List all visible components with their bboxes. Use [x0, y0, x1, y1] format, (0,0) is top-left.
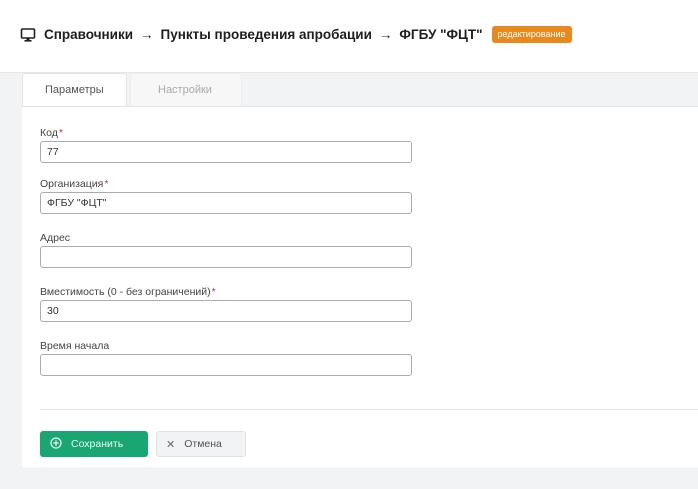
breadcrumb-item-current: ФГБУ "ФЦТ"	[399, 27, 483, 42]
organization-input[interactable]	[40, 192, 412, 214]
field-code: Код*	[40, 125, 412, 163]
save-button[interactable]: Сохранить	[40, 431, 148, 457]
field-address: Адрес	[40, 230, 412, 268]
edit-form: Код* Организация* Адрес Вместимость (0 -…	[40, 125, 412, 376]
field-label: Время начала	[40, 340, 110, 352]
field-label: Код*	[40, 127, 63, 139]
form-actions: Сохранить ✕ Отмена	[40, 431, 246, 457]
field-label: Организация*	[40, 178, 109, 190]
page-header: Справочники → Пункты проведения апробаци…	[0, 0, 698, 73]
field-organization: Организация*	[40, 176, 412, 214]
form-panel: Код* Организация* Адрес Вместимость (0 -…	[22, 106, 698, 467]
save-button-label: Сохранить	[71, 438, 124, 450]
breadcrumb-separator-arrow-icon: →	[140, 27, 154, 42]
breadcrumb-item-testing-points[interactable]: Пункты проведения апробации	[161, 27, 372, 42]
breadcrumb: Справочники → Пункты проведения апробаци…	[20, 26, 572, 43]
cancel-button[interactable]: ✕ Отмена	[156, 431, 246, 457]
status-badge: редактирование	[491, 26, 572, 43]
tab-bar: Параметры Настройки	[22, 72, 242, 106]
tab-parameters[interactable]: Параметры	[22, 73, 127, 106]
field-capacity: Вместимость (0 - без ограничений)*	[40, 284, 412, 322]
breadcrumb-item-directories[interactable]: Справочники	[44, 27, 133, 42]
field-label: Адрес	[40, 232, 71, 244]
field-start-time: Время начала	[40, 338, 412, 376]
breadcrumb-separator-arrow-icon: →	[378, 27, 393, 42]
divider	[40, 409, 698, 410]
code-input[interactable]	[40, 141, 412, 163]
cancel-button-label: Отмена	[184, 438, 222, 450]
close-icon: ✕	[166, 438, 176, 451]
required-mark: *	[104, 178, 109, 190]
start-time-input[interactable]	[40, 354, 412, 376]
capacity-input[interactable]	[40, 300, 412, 322]
required-mark: *	[58, 127, 63, 139]
address-input[interactable]	[40, 246, 412, 268]
field-label: Вместимость (0 - без ограничений)*	[40, 286, 216, 298]
monitor-icon	[20, 27, 36, 43]
required-mark: *	[211, 286, 216, 298]
plus-circle-icon	[50, 436, 62, 452]
tab-settings[interactable]: Настройки	[130, 73, 242, 106]
